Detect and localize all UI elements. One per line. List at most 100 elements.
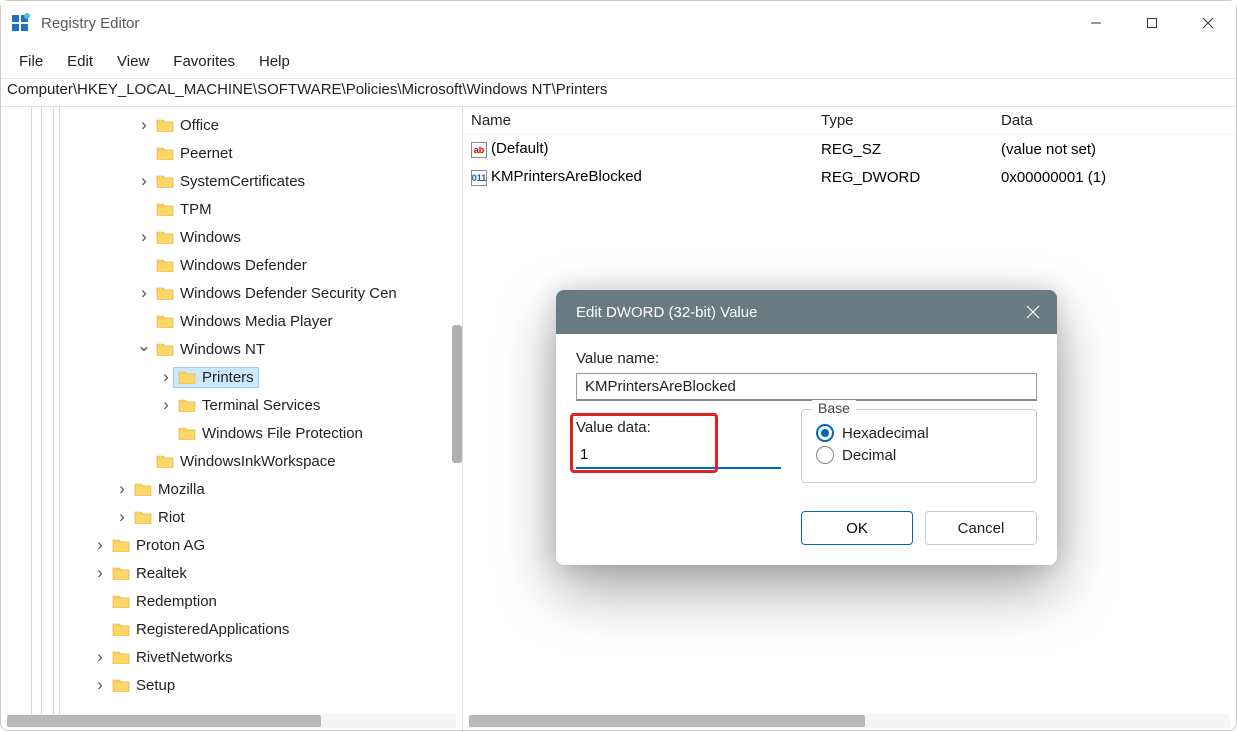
folder-icon: [112, 566, 130, 580]
tree-item[interactable]: Windows NT: [1, 335, 462, 363]
tree-item-label: Peernet: [180, 145, 233, 162]
maximize-button[interactable]: [1124, 1, 1180, 45]
ok-button[interactable]: OK: [801, 511, 913, 545]
expand-chevron-icon[interactable]: [136, 283, 152, 303]
radio-icon: [816, 446, 834, 464]
expand-chevron-icon[interactable]: [136, 227, 152, 247]
expand-chevron-icon[interactable]: [92, 535, 108, 555]
close-button[interactable]: [1180, 1, 1236, 45]
folder-icon: [156, 258, 174, 272]
menu-file[interactable]: File: [9, 49, 53, 74]
tree-item-label: TPM: [180, 201, 212, 218]
dialog-title: Edit DWORD (32-bit) Value: [576, 304, 757, 321]
folder-icon: [178, 426, 196, 440]
menu-bar: File Edit View Favorites Help: [1, 45, 1236, 79]
tree-item[interactable]: WindowsInkWorkspace: [1, 447, 462, 475]
menu-edit[interactable]: Edit: [57, 49, 103, 74]
menu-favorites[interactable]: Favorites: [163, 49, 245, 74]
menu-help[interactable]: Help: [249, 49, 300, 74]
tree-item-label: Windows Defender: [180, 257, 307, 274]
value-type: REG_SZ: [813, 141, 993, 158]
expand-chevron-icon[interactable]: [114, 479, 130, 499]
registry-tree[interactable]: Office Peernet SystemCertificates TPM Window…: [1, 107, 462, 699]
list-horizontal-scrollbar[interactable]: [469, 714, 1230, 728]
expand-chevron-icon[interactable]: [92, 675, 108, 695]
tree-item[interactable]: Windows Defender: [1, 251, 462, 279]
radio-decimal[interactable]: Decimal: [816, 446, 1022, 464]
tree-vertical-scrollbar[interactable]: [452, 325, 462, 463]
dialog-close-button[interactable]: [1009, 290, 1057, 334]
expand-chevron-icon[interactable]: [136, 171, 152, 191]
tree-item[interactable]: Office: [1, 111, 462, 139]
tree-item[interactable]: RivetNetworks: [1, 643, 462, 671]
tree-item-label: Riot: [158, 509, 185, 526]
folder-icon: [178, 398, 196, 412]
tree-item-label: Windows File Protection: [202, 425, 363, 442]
value-row[interactable]: 011KMPrintersAreBlockedREG_DWORD0x000000…: [463, 163, 1236, 191]
tree-horizontal-scrollbar[interactable]: [7, 714, 456, 728]
minimize-button[interactable]: [1068, 1, 1124, 45]
expand-chevron-icon[interactable]: [158, 395, 174, 415]
tree-item[interactable]: Setup: [1, 671, 462, 699]
expand-chevron-icon[interactable]: [92, 647, 108, 667]
tree-item-label: Office: [180, 117, 219, 134]
expand-chevron-icon[interactable]: [158, 367, 174, 387]
value-row[interactable]: ab(Default)REG_SZ(value not set): [463, 135, 1236, 163]
tree-item[interactable]: Terminal Services: [1, 391, 462, 419]
radio-icon: [816, 424, 834, 442]
tree-item-label: Windows NT: [180, 341, 265, 358]
cancel-button[interactable]: Cancel: [925, 511, 1037, 545]
tree-item-label: WindowsInkWorkspace: [180, 453, 336, 470]
column-header-type[interactable]: Type: [813, 112, 993, 129]
tree-item[interactable]: RegisteredApplications: [1, 615, 462, 643]
tree-item[interactable]: Proton AG: [1, 531, 462, 559]
value-name-field[interactable]: KMPrintersAreBlocked: [576, 373, 1037, 401]
tree-item[interactable]: Windows Media Player: [1, 307, 462, 335]
tree-item[interactable]: Riot: [1, 503, 462, 531]
tree-item[interactable]: Peernet: [1, 139, 462, 167]
folder-icon: [112, 650, 130, 664]
folder-icon: [178, 370, 196, 384]
tree-item-label: RegisteredApplications: [136, 621, 289, 638]
app-icon: [11, 13, 31, 33]
folder-icon: [156, 314, 174, 328]
tree-item[interactable]: Windows Defender Security Cen: [1, 279, 462, 307]
expand-chevron-icon[interactable]: [114, 507, 130, 527]
folder-icon: [156, 174, 174, 188]
folder-icon: [156, 202, 174, 216]
address-bar[interactable]: Computer\HKEY_LOCAL_MACHINE\SOFTWARE\Pol…: [1, 79, 1236, 107]
tree-item-label: Windows Defender Security Cen: [180, 285, 397, 302]
tree-item[interactable]: Redemption: [1, 587, 462, 615]
folder-icon: [112, 538, 130, 552]
tree-item[interactable]: TPM: [1, 195, 462, 223]
value-data-input[interactable]: [576, 442, 781, 469]
column-header-data[interactable]: Data: [993, 112, 1236, 129]
tree-item[interactable]: Realtek: [1, 559, 462, 587]
expand-chevron-icon[interactable]: [136, 115, 152, 135]
tree-item-label: Windows Media Player: [180, 313, 333, 330]
dialog-title-bar[interactable]: Edit DWORD (32-bit) Value: [556, 290, 1057, 334]
folder-icon: [156, 146, 174, 160]
tree-item[interactable]: SystemCertificates: [1, 167, 462, 195]
folder-icon: [112, 622, 130, 636]
expand-chevron-icon[interactable]: [92, 563, 108, 583]
tree-item[interactable]: Printers: [1, 363, 462, 391]
column-header-name[interactable]: Name: [463, 112, 813, 129]
tree-item-label: Printers: [202, 369, 254, 386]
value-name-label: Value name:: [576, 350, 1037, 367]
tree-item[interactable]: Windows File Protection: [1, 419, 462, 447]
values-list[interactable]: ab(Default)REG_SZ(value not set)011KMPri…: [463, 135, 1236, 191]
value-type: REG_DWORD: [813, 169, 993, 186]
tree-item-label: Proton AG: [136, 537, 205, 554]
folder-icon: [112, 594, 130, 608]
folder-icon: [134, 510, 152, 524]
value-name: KMPrintersAreBlocked: [491, 168, 642, 185]
menu-view[interactable]: View: [107, 49, 159, 74]
tree-pane: Office Peernet SystemCertificates TPM Window…: [1, 107, 463, 732]
radio-hexadecimal[interactable]: Hexadecimal: [816, 424, 1022, 442]
edit-dword-dialog: Edit DWORD (32-bit) Value Value name: KM…: [556, 290, 1057, 565]
folder-icon: [156, 342, 174, 356]
tree-item[interactable]: Mozilla: [1, 475, 462, 503]
expand-chevron-icon[interactable]: [136, 342, 152, 357]
tree-item[interactable]: Windows: [1, 223, 462, 251]
